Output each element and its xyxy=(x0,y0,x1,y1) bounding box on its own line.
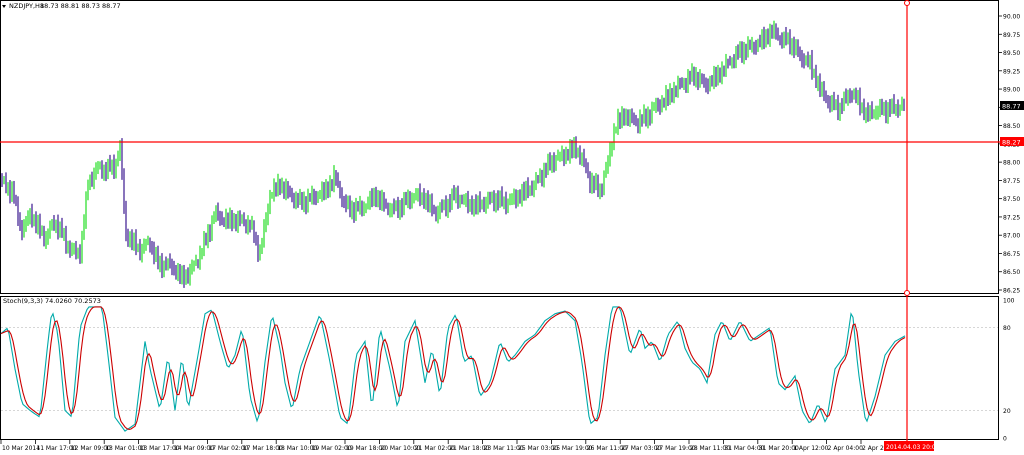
stoch-level-label: 0 xyxy=(1003,436,1007,443)
time-tick-label: 2 Apr 04:00 xyxy=(828,445,863,452)
price-chart[interactable]: 90.0089.7589.5089.2589.0088.7588.5088.25… xyxy=(0,0,1024,453)
stoch-level-label: 20 xyxy=(1003,408,1011,415)
time-tick-label: 10 Mar 2014 xyxy=(2,445,40,452)
time-tick-label: 1 Apr 12:00 xyxy=(793,445,828,452)
symbol-label: NZDJPY,H1 xyxy=(9,2,44,10)
price-tick-label: 89.50 xyxy=(1003,50,1020,57)
price-tick-label: 89.00 xyxy=(1003,87,1020,94)
price-tick-label: 89.25 xyxy=(1003,68,1020,75)
price-tick-label: 89.75 xyxy=(1003,32,1020,39)
price-tick-label: 86.75 xyxy=(1003,251,1020,258)
price-tick-label: 87.50 xyxy=(1003,196,1020,203)
indicator-label: Stoch(9,3,3) 74.0260 70.2573 xyxy=(3,297,101,305)
stoch-level-label: 80 xyxy=(1003,325,1011,332)
hline-price-text: 88.27 xyxy=(1002,139,1021,147)
cursor-handle-mid[interactable] xyxy=(904,290,910,296)
current-price-text: 88.77 xyxy=(1002,103,1021,111)
price-axis: 90.0089.7589.5089.2589.0088.7588.5088.25… xyxy=(999,14,1020,295)
price-tick-label: 86.50 xyxy=(1003,269,1020,276)
cursor-handle-top[interactable] xyxy=(904,0,910,6)
chart-window: 90.0089.7589.5089.2589.0088.7588.5088.25… xyxy=(0,0,1024,453)
cursor-time-text: 2014.04.03 20:00 xyxy=(886,444,940,451)
price-tick-label: 86.25 xyxy=(1003,288,1020,295)
price-tick-label: 87.75 xyxy=(1003,178,1020,185)
price-tick-label: 88.00 xyxy=(1003,160,1020,167)
price-tick-label: 90.00 xyxy=(1003,14,1020,21)
time-axis: 10 Mar 201411 Mar 17:0012 Mar 09:0013 Ma… xyxy=(0,440,897,452)
price-tick-label: 87.25 xyxy=(1003,214,1020,221)
stoch-level-label: 100 xyxy=(1003,298,1015,305)
ohlc-values: 88.73 88.81 88.73 88.77 xyxy=(40,2,121,10)
price-tick-label: 87.00 xyxy=(1003,233,1020,240)
price-tick-label: 88.50 xyxy=(1003,123,1020,130)
